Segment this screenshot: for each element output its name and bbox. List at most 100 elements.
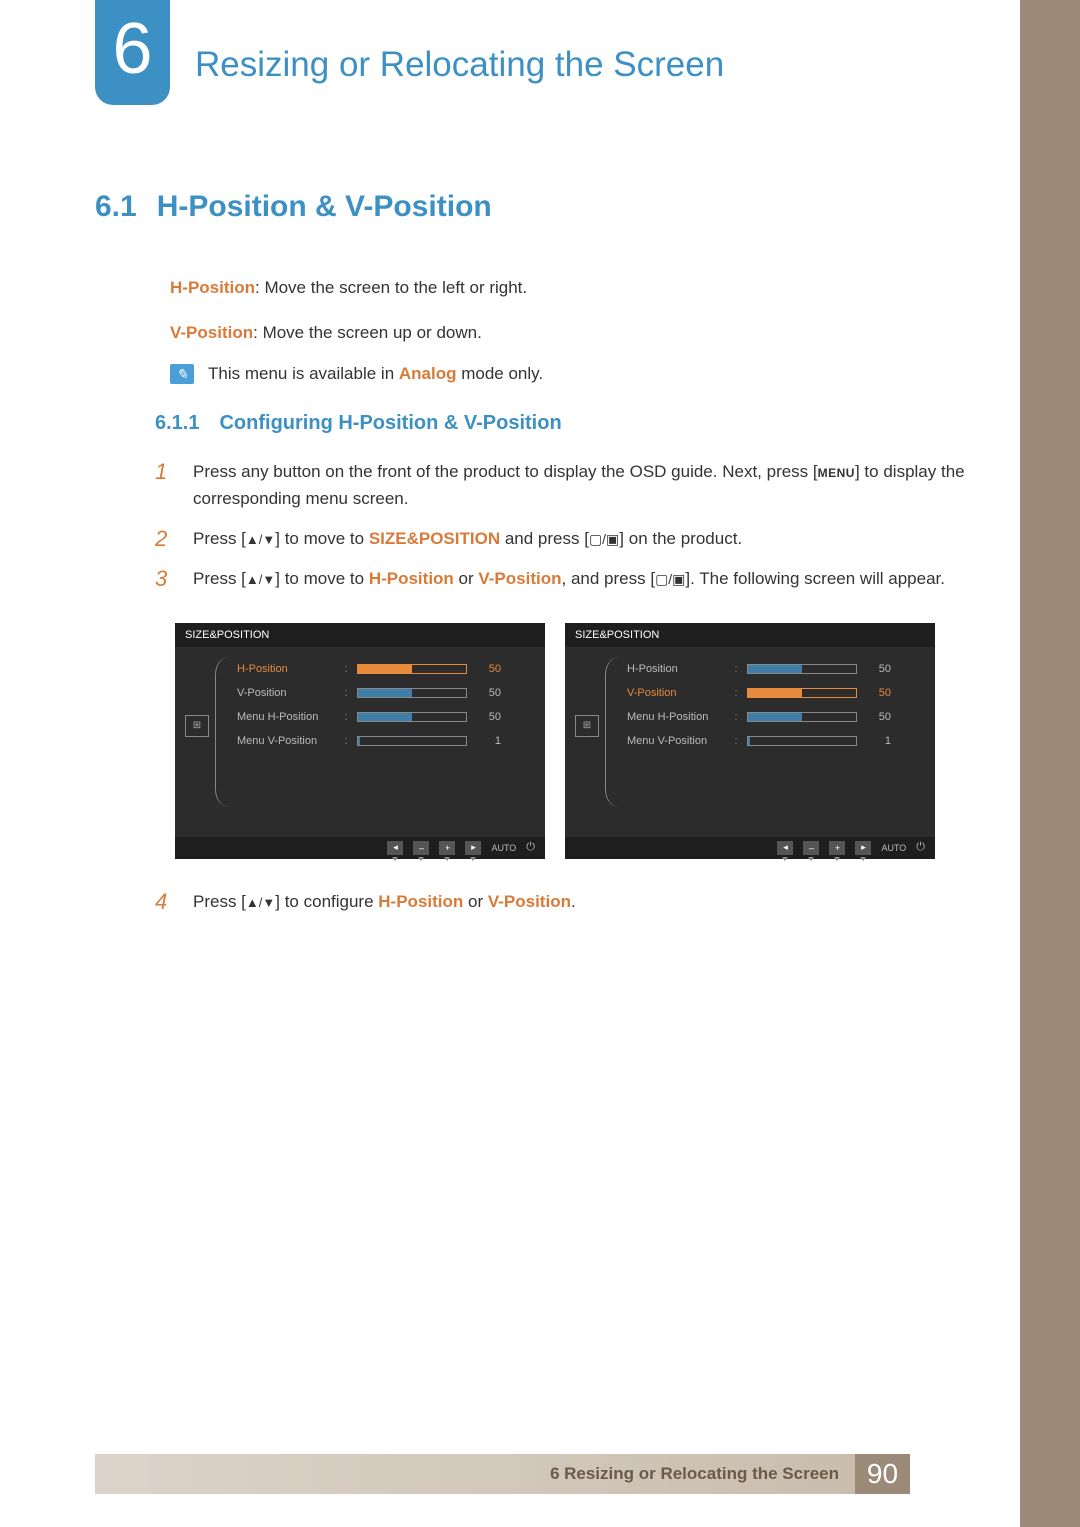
osd-item-value: 1 [475,735,501,747]
osd-power-icon: ⏻ [916,841,925,854]
osd-colon: : [343,663,349,675]
osd-items: H-Position:50V-Position:50Menu H-Positio… [237,657,535,807]
osd-slider-bar [747,688,857,698]
osd-colon: : [343,687,349,699]
osd-colon: : [733,711,739,723]
osd-item-value: 50 [865,711,891,723]
osd-body: ⊞ H-Position:50V-Position:50Menu H-Posit… [565,647,935,837]
page-accent-border [1020,0,1080,1527]
osd-item: V-Position: 50 [627,681,925,705]
step-text: Press [▲/▼] to move to H-Position or V-P… [193,566,945,592]
note-text: This menu is available in Analog mode on… [208,364,543,384]
note-row: ✎ This menu is available in Analog mode … [170,364,975,384]
osd-colon: : [733,687,739,699]
osd-colon: : [733,663,739,675]
osd-auto-label: AUTO [491,843,516,853]
osd-slider-bar [747,736,857,746]
osd-play-icon: ▸ [465,841,481,855]
osd-minus-icon: – [413,841,429,855]
enter-icon: ▢/▣ [655,571,685,587]
osd-play-icon: ▸ [855,841,871,855]
osd-slider-bar [357,664,467,674]
osd-plus-icon: + [829,841,845,855]
osd-item: H-Position: 50 [237,657,535,681]
subsection-title: Configuring H-Position & V-Position [219,412,561,435]
osd-item-value: 50 [475,663,501,675]
osd-footer: ◂ – + ▸ AUTO ⏻ [565,837,935,859]
osd-slider-bar [747,664,857,674]
osd-item-value: 50 [475,687,501,699]
osd-header: SIZE&POSITION [175,623,545,647]
note-icon: ✎ [170,364,194,384]
step-number: 3 [155,566,175,592]
osd-item: V-Position: 50 [237,681,535,705]
osd-minus-icon: – [803,841,819,855]
step-text: Press [▲/▼] to configure H-Position or V… [193,889,576,915]
osd-slider-bar [357,688,467,698]
vposition-description: V-Position: Move the screen up or down. [170,319,975,346]
osd-slider-fill [358,665,412,673]
updown-arrows-icon: ▲/▼ [246,532,275,547]
chapter-title: Resizing or Relocating the Screen [195,45,724,85]
updown-arrows-icon: ▲/▼ [246,572,275,587]
osd-slider-fill [358,737,360,745]
osd-category-icon: ⊞ [575,715,599,737]
osd-category-icon: ⊞ [185,715,209,737]
hposition-label: H-Position [170,278,255,297]
footer-chapter-title: Resizing or Relocating the Screen [564,1464,839,1484]
osd-item-label: H-Position [627,663,725,675]
osd-slider-fill [358,689,412,697]
osd-curve-decor [215,657,229,807]
step-text: Press any button on the front of the pro… [193,459,975,512]
osd-item: Menu H-Position:50 [237,705,535,729]
osd-item-label: Menu V-Position [627,735,725,747]
osd-slider-fill [748,665,802,673]
updown-arrows-icon: ▲/▼ [246,895,275,910]
osd-colon: : [343,735,349,747]
osd-slider-bar [747,712,857,722]
osd-panel-left: SIZE&POSITION ⊞ H-Position:50V-Position:… [175,623,545,859]
osd-item-label: Menu V-Position [237,735,335,747]
vposition-label: V-Position [170,323,253,342]
osd-plus-icon: + [439,841,455,855]
osd-power-icon: ⏻ [526,841,535,854]
step-number: 2 [155,526,175,552]
osd-colon: : [343,711,349,723]
osd-curve-decor [605,657,619,807]
osd-item-value: 50 [865,663,891,675]
osd-item-label: Menu H-Position [627,711,725,723]
osd-slider-fill [748,689,802,697]
step-number: 4 [155,889,175,915]
footer-chapter-number: 6 [550,1464,559,1484]
step-4: 4 Press [▲/▼] to configure H-Position or… [155,889,975,915]
chapter-tab: 6 [95,0,170,105]
osd-item-value: 50 [475,711,501,723]
osd-items: H-Position:50V-Position:50Menu H-Positio… [627,657,925,807]
osd-colon: : [733,735,739,747]
osd-panel-right: SIZE&POSITION ⊞ H-Position:50V-Position:… [565,623,935,859]
step-2: 2 Press [▲/▼] to move to SIZE&POSITION a… [155,526,975,552]
osd-item: Menu V-Position: 1 [237,729,535,753]
osd-item-value: 50 [865,687,891,699]
osd-item: Menu H-Position: 50 [627,705,925,729]
osd-item-label: V-Position [627,687,725,699]
subsection-heading: 6.1.1 Configuring H-Position & V-Positio… [155,412,975,435]
menu-key-label: MENU [818,464,855,483]
step-text: Press [▲/▼] to move to SIZE&POSITION and… [193,526,742,552]
osd-slider-bar [357,712,467,722]
osd-item-label: V-Position [237,687,335,699]
osd-slider-bar [357,736,467,746]
section-heading: 6.1 H-Position & V-Position [95,190,975,224]
osd-header: SIZE&POSITION [565,623,935,647]
section-number: 6.1 [95,190,137,224]
osd-body: ⊞ H-Position:50V-Position:50Menu H-Posit… [175,647,545,837]
subsection-number: 6.1.1 [155,412,199,435]
enter-icon: ▢/▣ [589,531,619,547]
section-title: H-Position & V-Position [157,190,492,224]
osd-item: H-Position: 50 [627,657,925,681]
osd-slider-fill [748,713,802,721]
osd-item-label: H-Position [237,663,335,675]
step-3: 3 Press [▲/▼] to move to H-Position or V… [155,566,975,592]
osd-item: Menu V-Position:1 [627,729,925,753]
osd-back-icon: ◂ [387,841,403,855]
